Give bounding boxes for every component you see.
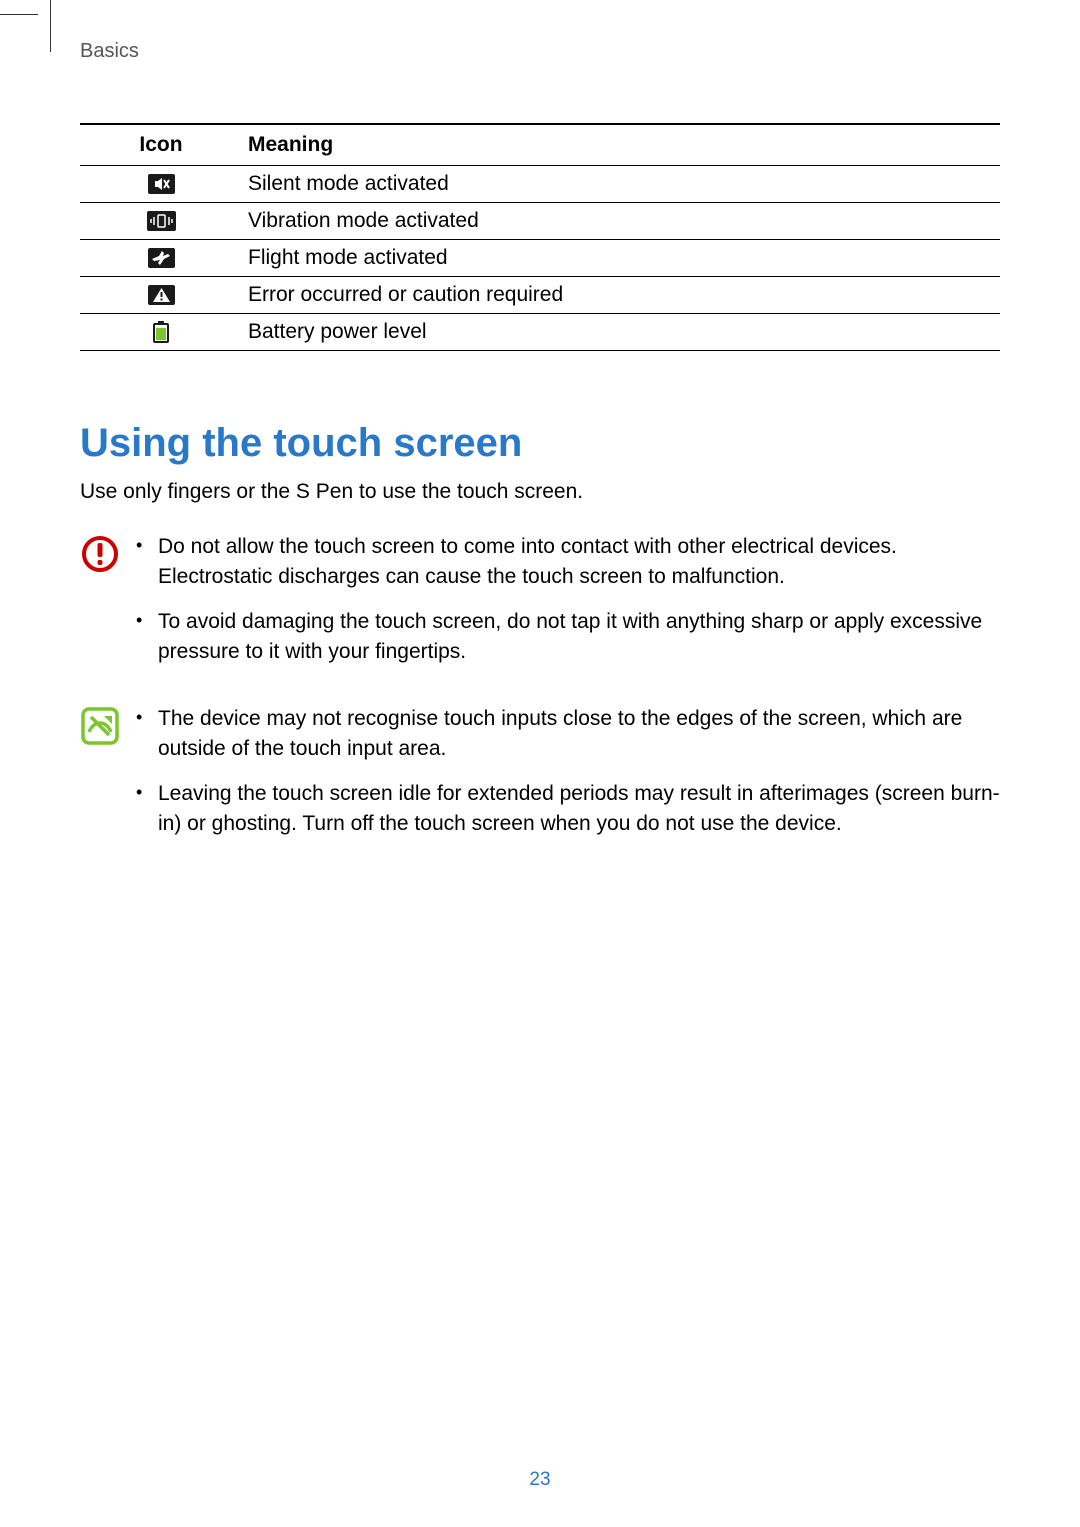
note-square-icon	[80, 704, 136, 751]
warning-callout: Do not allow the touch screen to come in…	[80, 532, 1000, 682]
table-cell-meaning: Battery power level	[242, 314, 1000, 351]
note-bullet: Leaving the touch screen idle for extend…	[136, 779, 1000, 840]
note-callout: The device may not recognise touch input…	[80, 704, 1000, 854]
battery-level-icon	[153, 321, 169, 343]
table-row: Battery power level	[80, 314, 1000, 351]
table-header-icon: Icon	[80, 124, 242, 166]
table-cell-meaning: Flight mode activated	[242, 240, 1000, 277]
page-title: Using the touch screen	[80, 421, 1000, 466]
note-bullet: The device may not recognise touch input…	[136, 704, 1000, 765]
warning-bullet: Do not allow the touch screen to come in…	[136, 532, 1000, 593]
table-row: Error occurred or caution required	[80, 277, 1000, 314]
vibration-mode-icon	[147, 211, 176, 231]
warning-bullet: To avoid damaging the touch screen, do n…	[136, 607, 1000, 668]
icon-meaning-table: Icon Meaning	[80, 123, 1000, 351]
intro-text: Use only fingers or the S Pen to use the…	[80, 480, 1000, 504]
table-header-meaning: Meaning	[242, 124, 1000, 166]
table-cell-meaning: Silent mode activated	[242, 166, 1000, 203]
warning-circle-icon	[80, 532, 136, 579]
table-row: Silent mode activated	[80, 166, 1000, 203]
table-cell-meaning: Error occurred or caution required	[242, 277, 1000, 314]
crop-mark-horizontal	[0, 14, 38, 15]
crop-mark-vertical	[50, 0, 51, 52]
section-label: Basics	[80, 40, 1000, 63]
page-number: 23	[0, 1469, 1080, 1491]
table-row: Flight mode activated	[80, 240, 1000, 277]
flight-mode-icon	[148, 248, 175, 268]
silent-mode-icon	[148, 174, 175, 194]
table-cell-meaning: Vibration mode activated	[242, 203, 1000, 240]
caution-icon	[148, 285, 175, 305]
table-row: Vibration mode activated	[80, 203, 1000, 240]
